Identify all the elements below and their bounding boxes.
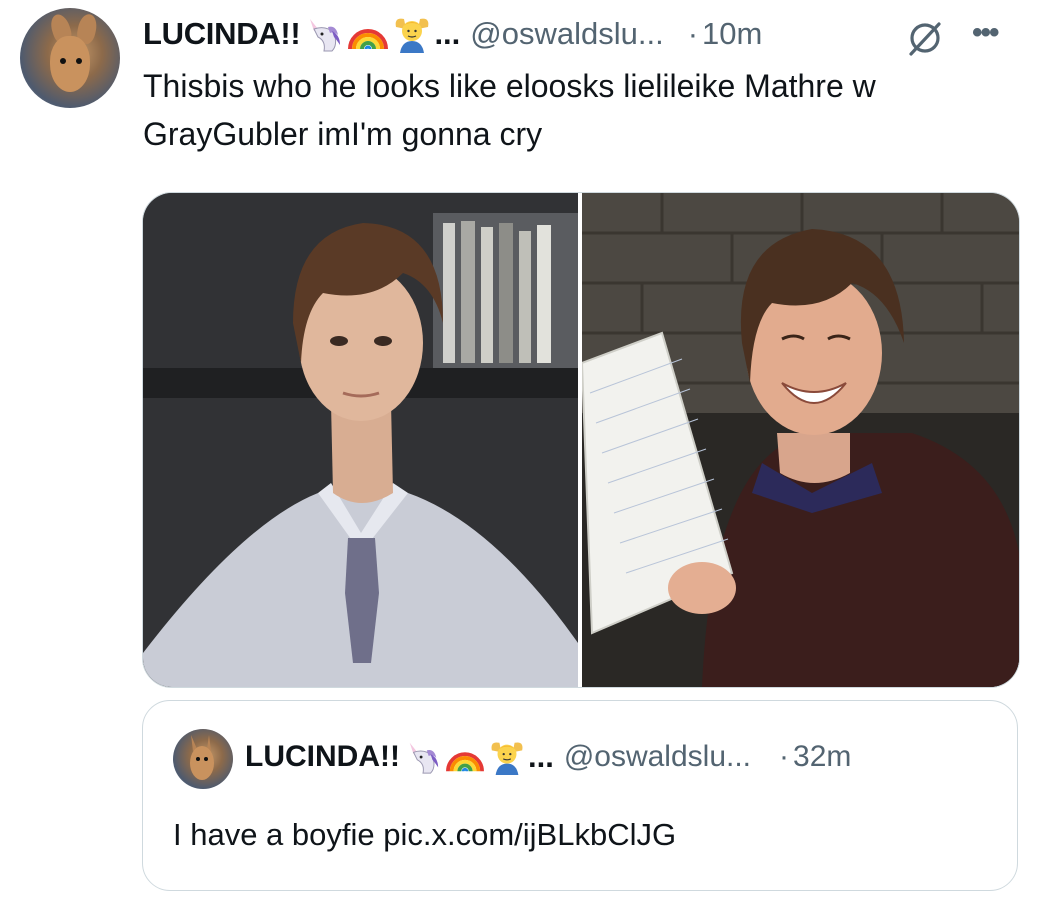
timestamp[interactable]: 10m xyxy=(702,16,762,52)
tweet-header: LUCINDA!! ... @oswaldslu... · 10m xyxy=(143,10,762,58)
quoted-user-handle[interactable]: @oswaldslu... xyxy=(564,740,751,774)
grok-icon[interactable] xyxy=(905,18,945,58)
person-gesturing-ok-icon xyxy=(488,739,526,775)
person-gesturing-ok-icon xyxy=(392,15,432,53)
separator-dot: · xyxy=(687,16,699,51)
tweet-text: Thisbis who he looks like eloosks lielil… xyxy=(143,68,876,152)
quoted-tweet-text: I have a boyfie pic.x.com/ijBLkbClJG xyxy=(173,817,677,852)
quoted-avatar[interactable] xyxy=(173,729,233,789)
unicorn-emoji-icon xyxy=(304,15,344,53)
photo-right[interactable] xyxy=(582,193,1019,687)
more-options-icon[interactable]: ••• xyxy=(972,16,999,50)
quoted-timestamp[interactable]: 32m xyxy=(793,740,851,774)
quoted-header: LUCINDA!! ... @oswaldslu... · 32m xyxy=(245,739,851,775)
name-ellipsis: ... xyxy=(434,16,461,51)
quoted-tweet[interactable]: LUCINDA!! ... @oswaldslu... · 32m I have… xyxy=(142,700,1018,891)
photo-left[interactable] xyxy=(143,193,578,687)
rainbow-emoji-icon xyxy=(348,15,389,53)
media-grid[interactable] xyxy=(142,192,1020,688)
rainbow-emoji-icon xyxy=(446,739,484,775)
quoted-name-ellipsis: ... xyxy=(527,739,554,774)
quoted-separator-dot: · xyxy=(779,740,790,773)
unicorn-emoji-icon xyxy=(404,739,442,775)
avatar[interactable] xyxy=(20,8,120,108)
user-handle[interactable]: @oswaldslu... xyxy=(470,16,663,52)
display-name[interactable]: LUCINDA!! xyxy=(143,16,301,52)
quoted-display-name[interactable]: LUCINDA!! xyxy=(245,740,400,774)
